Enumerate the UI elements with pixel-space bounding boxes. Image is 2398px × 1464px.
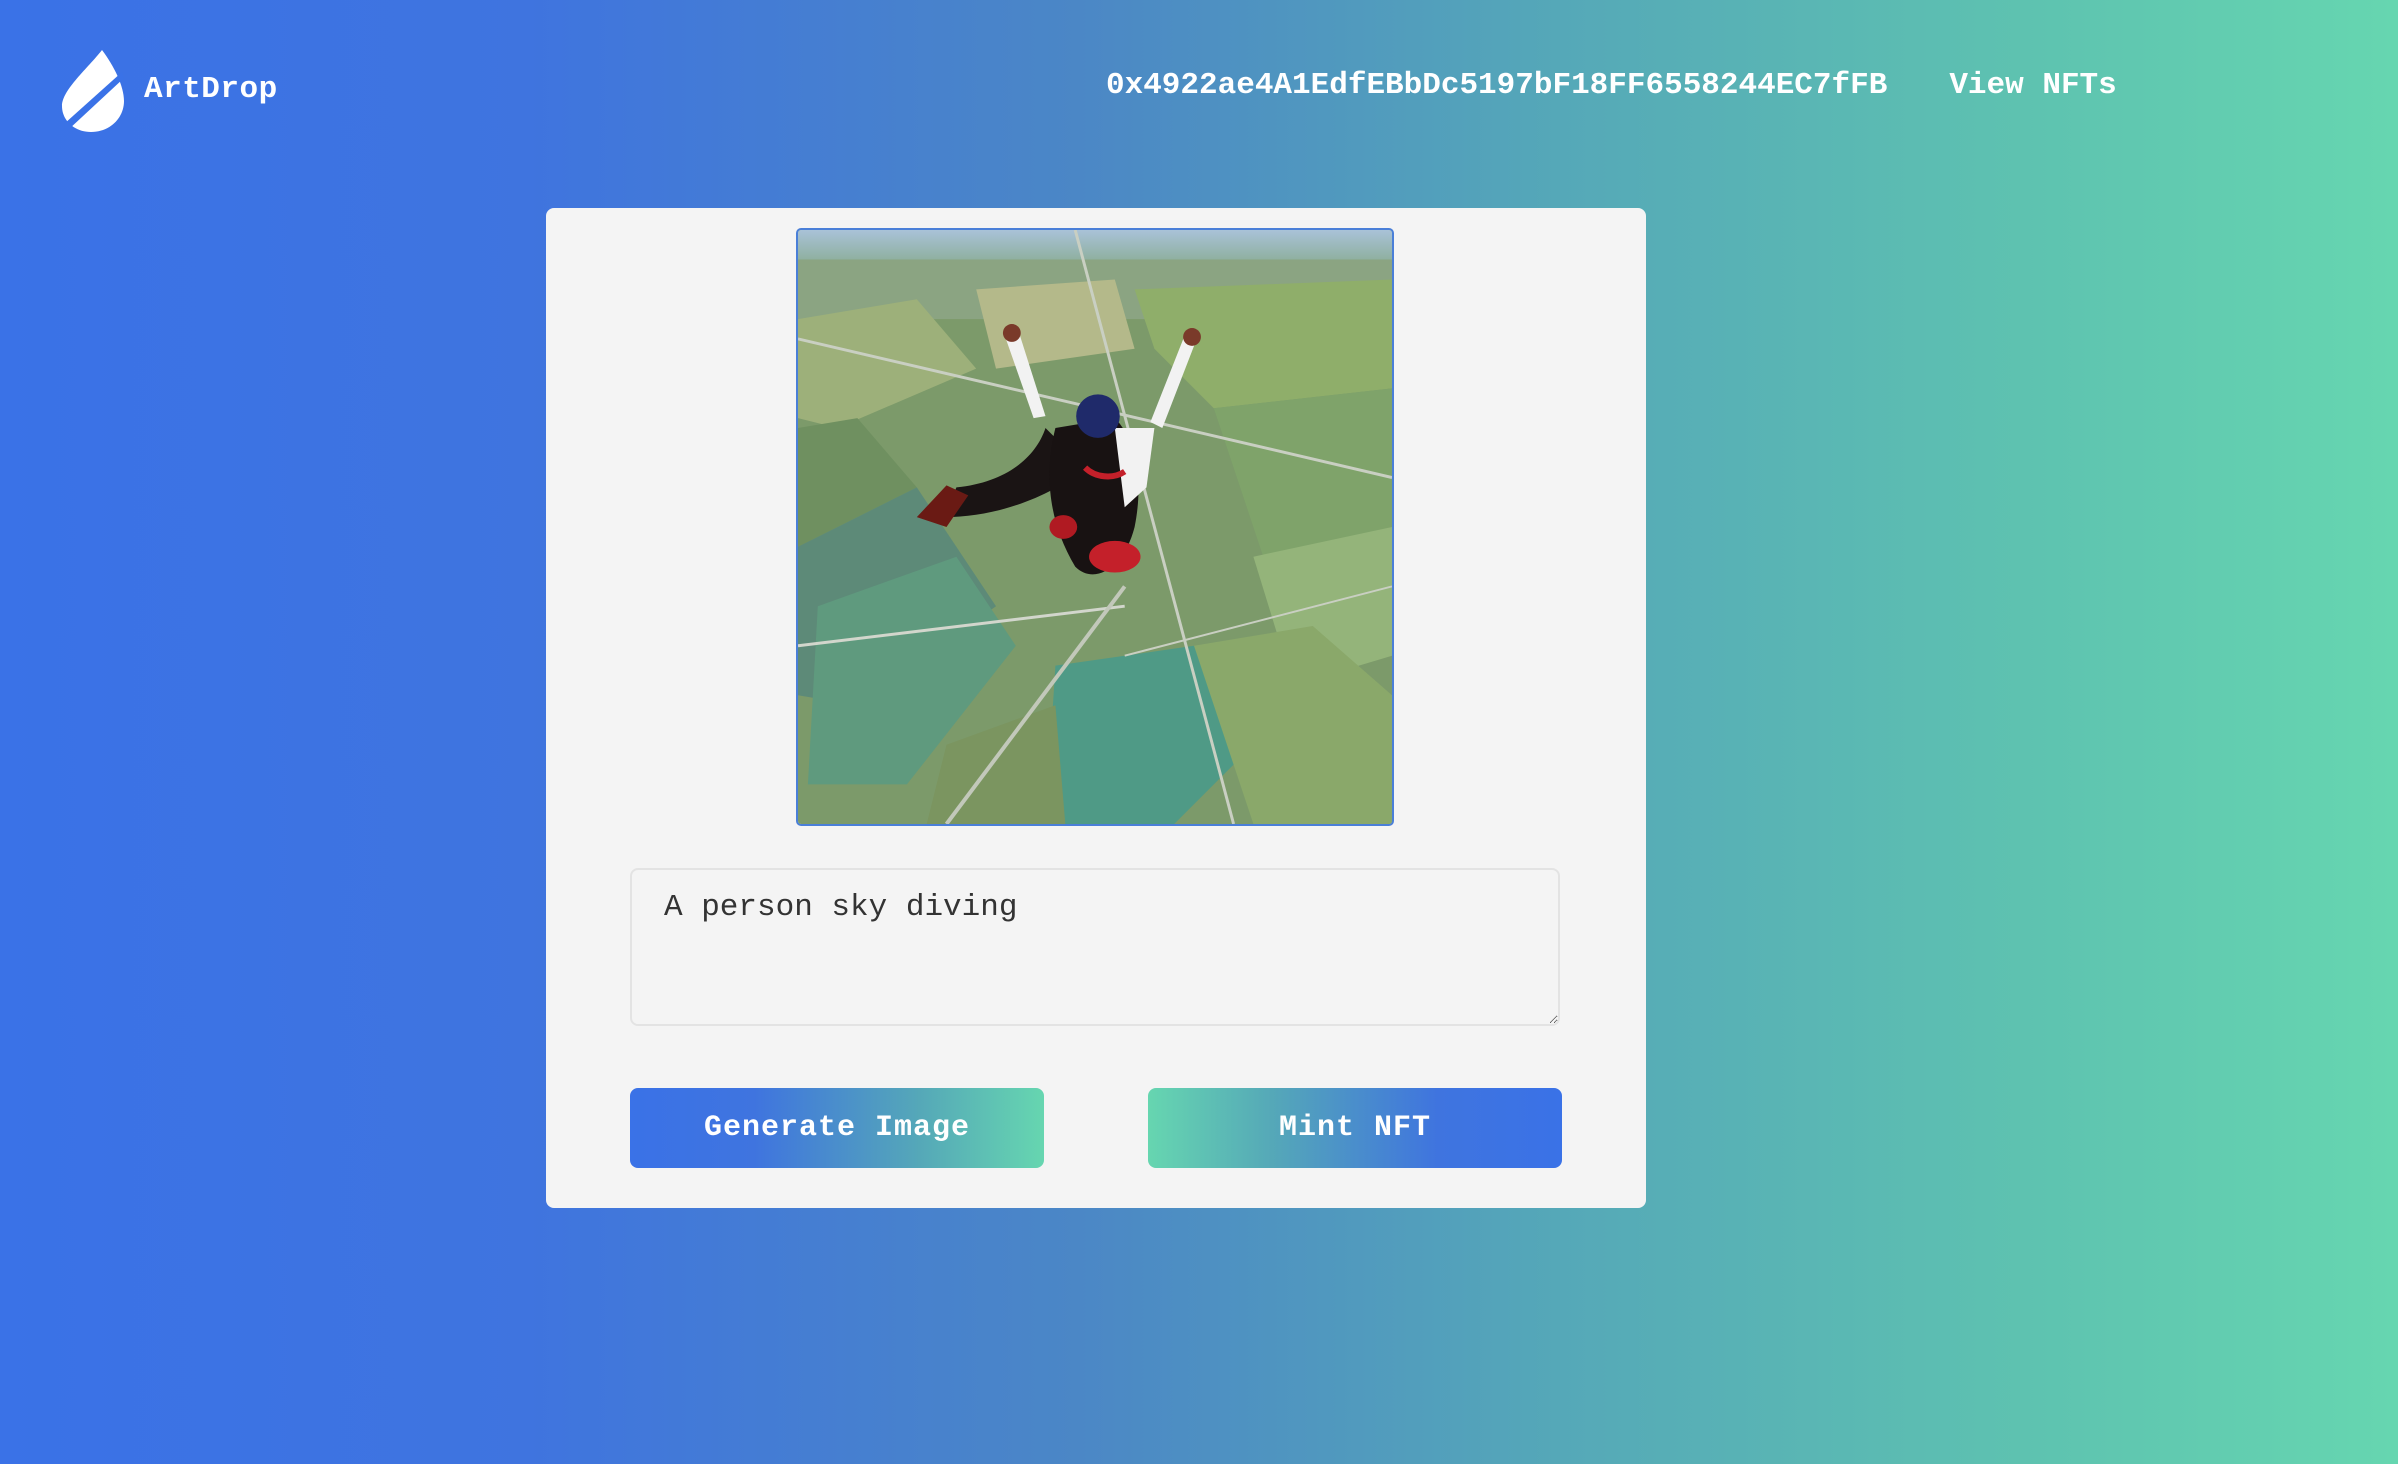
mint-nft-button[interactable]: Mint NFT (1148, 1088, 1562, 1168)
view-nfts-link[interactable]: View NFTs (1949, 68, 2116, 103)
prompt-input[interactable]: A person sky diving (630, 868, 1560, 1026)
top-bar: ArtDrop 0x4922ae4A1EdfEBbDc5197bF18FF655… (0, 0, 2398, 180)
brand-name: ArtDrop (144, 71, 278, 107)
generator-card: A person sky diving Generate Image Mint … (546, 208, 1646, 1208)
skydiver-image (798, 230, 1392, 824)
brand[interactable]: ArtDrop (58, 46, 278, 132)
water-drop-icon (62, 50, 124, 132)
generated-image (796, 228, 1394, 826)
nav: 0x4922ae4A1EdfEBbDc5197bF18FF6558244EC7f… (1106, 68, 2117, 103)
generate-image-button[interactable]: Generate Image (630, 1088, 1044, 1168)
wallet-address: 0x4922ae4A1EdfEBbDc5197bF18FF6558244EC7f… (1106, 68, 1888, 103)
